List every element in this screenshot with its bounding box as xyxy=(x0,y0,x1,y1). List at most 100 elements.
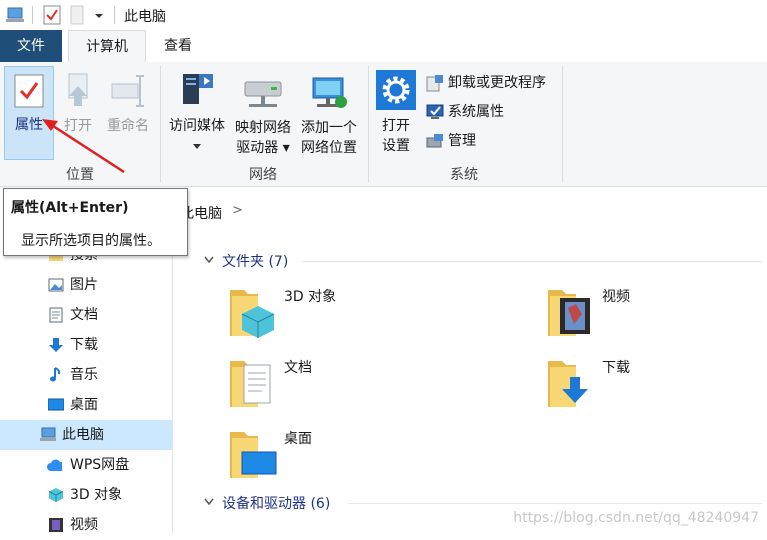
uninstall-button[interactable]: 卸载或更改程序 xyxy=(426,70,546,96)
nav-label: 图片 xyxy=(70,277,98,293)
ribbon-tabs: 文件 计算机 查看 xyxy=(0,30,767,63)
chevron-down-icon[interactable] xyxy=(204,256,214,264)
open-button[interactable]: 打开 xyxy=(56,66,100,158)
nav-label: 桌面 xyxy=(70,397,98,413)
folder-desktop-icon xyxy=(230,432,277,478)
devices-section-header[interactable]: 设备和驱动器 (6) xyxy=(222,493,330,513)
this-pc-icon xyxy=(40,427,56,441)
network-drive-icon xyxy=(244,81,282,107)
desktop-icon xyxy=(48,398,64,411)
map-drive-label-2: 驱动器 xyxy=(236,140,279,156)
title-bar: 此电脑 xyxy=(0,0,767,30)
nav-item-documents[interactable]: 文档 xyxy=(0,300,172,330)
nav-label: 视频 xyxy=(70,517,98,533)
tab-file[interactable]: 文件 xyxy=(0,30,62,62)
folders-section-header[interactable]: 文件夹 (7) xyxy=(222,251,288,271)
computer-icon xyxy=(6,7,24,22)
nav-item-3d-objects[interactable]: 3D 对象 xyxy=(0,480,172,510)
open-arrow-icon xyxy=(68,73,88,106)
content-pane: 文件夹 (7) 3D 对象 视频 文档 下载 桌面 设备和驱动器 (6) xyxy=(172,236,767,534)
section-divider xyxy=(348,503,762,504)
add-location-label-2: 网络位置 xyxy=(301,140,357,156)
properties-button[interactable]: 属性 xyxy=(4,66,54,160)
open-settings-label-1: 打开 xyxy=(382,118,410,134)
documents-icon xyxy=(49,307,63,323)
navigation-pane: 搜索 图片 文档 下载 音乐 桌面 此电脑 WPS网盘 3D 对象 视频 xyxy=(0,236,173,534)
folder-tile-downloads[interactable]: 下载 xyxy=(546,355,746,421)
window-title: 此电脑 xyxy=(124,9,166,25)
folder-label: 文档 xyxy=(284,360,312,376)
nav-label: 3D 对象 xyxy=(70,487,123,503)
folder-label: 桌面 xyxy=(284,431,312,447)
tooltip-description: 显示所选项目的属性。 xyxy=(21,233,161,249)
section-divider xyxy=(302,261,762,262)
access-media-label: 访问媒体 xyxy=(169,118,225,134)
group-label-location: 位置 xyxy=(66,167,94,183)
map-network-drive-button[interactable]: 映射网络 驱动器 ▾ xyxy=(230,66,296,158)
add-network-location-button[interactable]: 添加一个 网络位置 xyxy=(296,66,362,158)
settings-gear-icon xyxy=(376,70,416,110)
access-media-button[interactable]: 访问媒体 xyxy=(164,66,230,158)
new-folder-qat-icon[interactable] xyxy=(70,5,84,25)
nav-item-this-pc[interactable]: 此电脑 xyxy=(0,420,172,450)
ribbon: 属性 打开 重命名 位置 访问媒体 映射网络 驱动器 ▾ 添加一个 网络位置 网… xyxy=(0,62,767,187)
nav-item-pictures[interactable]: 图片 xyxy=(0,270,172,300)
folder-tile-desktop[interactable]: 桌面 xyxy=(228,426,528,492)
nav-label: WPS网盘 xyxy=(70,457,130,473)
system-properties-button[interactable]: 系统属性 xyxy=(426,99,504,125)
rename-icon xyxy=(111,75,144,107)
add-location-label-1: 添加一个 xyxy=(301,120,357,136)
tab-computer[interactable]: 计算机 xyxy=(68,30,146,63)
folder-tile-videos[interactable]: 视频 xyxy=(546,284,746,350)
network-location-icon xyxy=(312,77,347,108)
nav-item-desktop[interactable]: 桌面 xyxy=(0,390,172,420)
cloud-icon xyxy=(47,459,62,471)
open-settings-button[interactable]: 打开 设置 xyxy=(372,66,420,158)
open-settings-label-2: 设置 xyxy=(382,138,410,154)
pictures-icon xyxy=(48,278,64,292)
folder-label: 3D 对象 xyxy=(284,289,337,305)
folder-videos-icon xyxy=(548,290,590,336)
properties-label: 属性 xyxy=(15,117,43,133)
rename-label: 重命名 xyxy=(107,118,149,134)
group-label-network: 网络 xyxy=(249,167,277,183)
watermark: https://blog.csdn.net/qq_48240947 xyxy=(513,510,759,526)
tab-view[interactable]: 查看 xyxy=(152,30,204,62)
qat-dropdown-icon[interactable] xyxy=(94,10,104,20)
group-label-system: 系统 xyxy=(450,167,478,183)
system-properties-label: 系统属性 xyxy=(448,104,504,120)
manage-button[interactable]: 管理 xyxy=(426,128,476,154)
folder-label: 视频 xyxy=(602,289,630,305)
folder-label: 下载 xyxy=(602,360,630,376)
nav-label: 下载 xyxy=(70,337,98,353)
media-server-icon xyxy=(183,74,213,104)
folder-tile-3d-objects[interactable]: 3D 对象 xyxy=(228,284,528,350)
nav-item-music[interactable]: 音乐 xyxy=(0,360,172,390)
folder-documents-icon xyxy=(230,361,271,407)
ribbon-separator xyxy=(562,66,563,182)
breadcrumb-chevron-icon[interactable]: > xyxy=(232,203,243,218)
folder-downloads-icon xyxy=(548,361,588,407)
manage-label: 管理 xyxy=(448,133,476,149)
properties-icon xyxy=(14,74,44,108)
properties-qat-icon[interactable] xyxy=(43,5,61,25)
nav-item-videos[interactable]: 视频 xyxy=(0,510,172,540)
download-arrow-icon xyxy=(49,338,63,352)
folder-tile-documents[interactable]: 文档 xyxy=(228,355,528,421)
system-properties-icon xyxy=(426,104,444,119)
open-label: 打开 xyxy=(64,118,92,134)
nav-item-downloads[interactable]: 下载 xyxy=(0,330,172,360)
cube-icon xyxy=(48,488,64,502)
properties-tooltip: 属性(Alt+Enter) 显示所选项目的属性。 xyxy=(3,188,188,256)
nav-item-wps-drive[interactable]: WPS网盘 xyxy=(0,450,172,480)
chevron-down-icon[interactable] xyxy=(204,498,214,506)
nav-label: 音乐 xyxy=(70,367,98,383)
music-note-icon xyxy=(50,367,61,382)
uninstall-label: 卸载或更改程序 xyxy=(448,75,546,91)
access-media-dropdown-icon xyxy=(193,144,201,149)
folder-3d-objects-icon xyxy=(230,290,275,338)
nav-label: 文档 xyxy=(70,307,98,323)
map-drive-label-1: 映射网络 xyxy=(235,120,291,136)
nav-label: 此电脑 xyxy=(62,427,104,443)
rename-button[interactable]: 重命名 xyxy=(102,66,154,158)
